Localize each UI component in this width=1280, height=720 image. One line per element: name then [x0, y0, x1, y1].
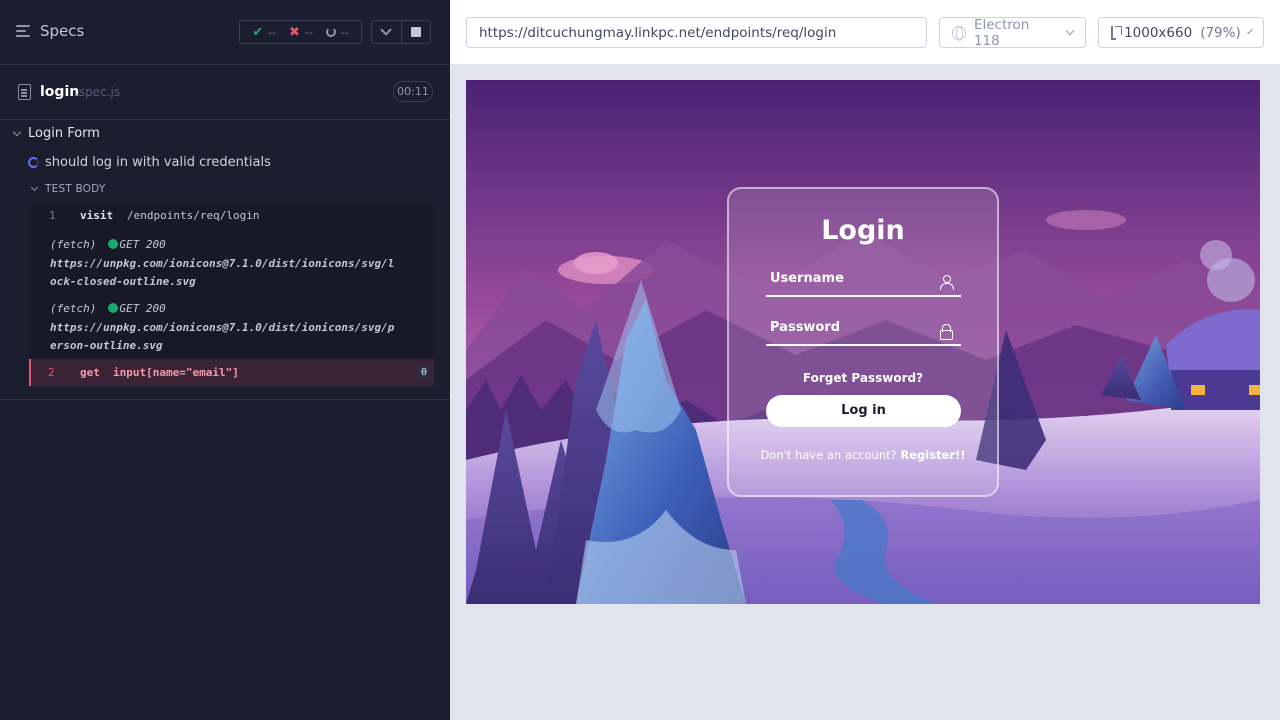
- chevron-down-icon: [380, 24, 392, 36]
- command-name: visit: [80, 209, 114, 222]
- fail-icon: ✖: [289, 24, 300, 40]
- stat-passed: ✔ --: [252, 25, 276, 40]
- fetch-method: GET 200: [119, 238, 166, 251]
- globe-icon: [952, 25, 966, 41]
- pass-icon: ✔: [252, 24, 264, 40]
- stat-failed: ✖ --: [289, 25, 313, 40]
- specs-label: Specs: [40, 22, 85, 40]
- command-name: get: [80, 366, 100, 379]
- browser-name: Electron 118: [973, 16, 1030, 49]
- command-number: 1: [49, 209, 56, 222]
- reporter-header: Specs ✔ -- ✖ -- --: [0, 0, 450, 65]
- test-body-title: TEST BODY: [45, 183, 106, 195]
- command-message: /endpoints/req/login: [127, 209, 260, 222]
- fetch-label: (fetch): [50, 302, 97, 315]
- fetch-label: (fetch): [50, 238, 97, 251]
- test-body-header[interactable]: TEST BODY: [30, 183, 106, 195]
- failed-count: --: [304, 25, 313, 39]
- command-number: 2: [48, 366, 55, 379]
- spec-name[interactable]: login: [40, 84, 79, 100]
- fetch-log-entry[interactable]: (fetch) GET 200 https://unpkg.com/ionicon…: [50, 236, 398, 292]
- login-button[interactable]: Log in: [766, 395, 961, 427]
- register-link[interactable]: Register!!: [900, 448, 965, 462]
- aut-iframe[interactable]: Login Username Password Forget Password?…: [466, 80, 1260, 604]
- command-message: input[name="email"]: [113, 366, 239, 379]
- chevron-down-icon: [1246, 28, 1253, 34]
- username-field[interactable]: Username: [766, 269, 961, 297]
- lock-icon: [940, 324, 953, 340]
- test-title-row[interactable]: should log in with valid credentials: [28, 155, 271, 170]
- suite-title-row[interactable]: Login Form: [12, 126, 100, 141]
- browser-selector[interactable]: Electron 118: [939, 16, 1086, 49]
- login-title: Login: [821, 215, 905, 246]
- stat-pending: --: [325, 25, 349, 39]
- viewport-scale: (79%): [1200, 24, 1241, 41]
- spec-extension: .spec.js: [75, 85, 121, 99]
- pending-count: --: [340, 25, 349, 39]
- aut-url-field[interactable]: https://ditcuchungmay.linkpc.net/endpoin…: [466, 17, 927, 48]
- fetch-url: https://unpkg.com/ionicons@7.1.0/dist/io…: [50, 320, 395, 353]
- spec-duration: 00:11: [393, 81, 433, 102]
- status-dot-icon: [108, 303, 119, 313]
- specs-button[interactable]: Specs: [16, 22, 84, 40]
- test-title: should log in with valid credentials: [45, 155, 271, 170]
- spinner-icon: [28, 157, 39, 168]
- reporter-panel: Specs ✔ -- ✖ -- -- login .spec.js 00:11 …: [0, 0, 450, 720]
- forgot-password-link[interactable]: Forget Password?: [729, 371, 997, 385]
- collapse-button[interactable]: [372, 21, 401, 43]
- viewport-selector[interactable]: 1000x660 (79%): [1098, 17, 1264, 48]
- status-dot-icon: [108, 239, 119, 249]
- stop-button[interactable]: [400, 21, 431, 43]
- chevron-down-icon: [12, 127, 22, 137]
- run-controls: [371, 20, 431, 44]
- username-placeholder: Username: [770, 271, 844, 286]
- ruler-icon: [1111, 25, 1123, 40]
- user-icon: [940, 275, 954, 290]
- password-placeholder: Password: [770, 320, 841, 335]
- test-stats: ✔ -- ✖ -- --: [239, 20, 362, 44]
- register-prompt: Don't have an account?: [760, 448, 897, 462]
- pending-icon: [325, 27, 336, 37]
- passed-count: --: [268, 25, 277, 39]
- chevron-down-icon: [1065, 26, 1075, 36]
- document-icon: [18, 84, 31, 100]
- suite-title: Login Form: [28, 126, 100, 141]
- register-line: Don't have an account? Register!!: [729, 448, 997, 462]
- stop-icon: [410, 27, 421, 37]
- password-field[interactable]: Password: [766, 318, 961, 346]
- viewport-size: 1000x660: [1124, 24, 1193, 41]
- divider: [0, 399, 450, 400]
- chevron-down-icon: [30, 183, 39, 192]
- fetch-method: GET 200: [119, 302, 166, 315]
- active-command-row[interactable]: 2 get input[name="email"] 0: [29, 359, 434, 386]
- specs-icon: [16, 24, 32, 38]
- fetch-log-entry[interactable]: (fetch) GET 200 https://unpkg.com/ionicon…: [50, 300, 398, 356]
- login-card: Login Username Password Forget Password?…: [727, 187, 999, 497]
- fetch-url: https://unpkg.com/ionicons@7.1.0/dist/io…: [50, 256, 395, 289]
- element-count-badge: 0: [418, 366, 430, 380]
